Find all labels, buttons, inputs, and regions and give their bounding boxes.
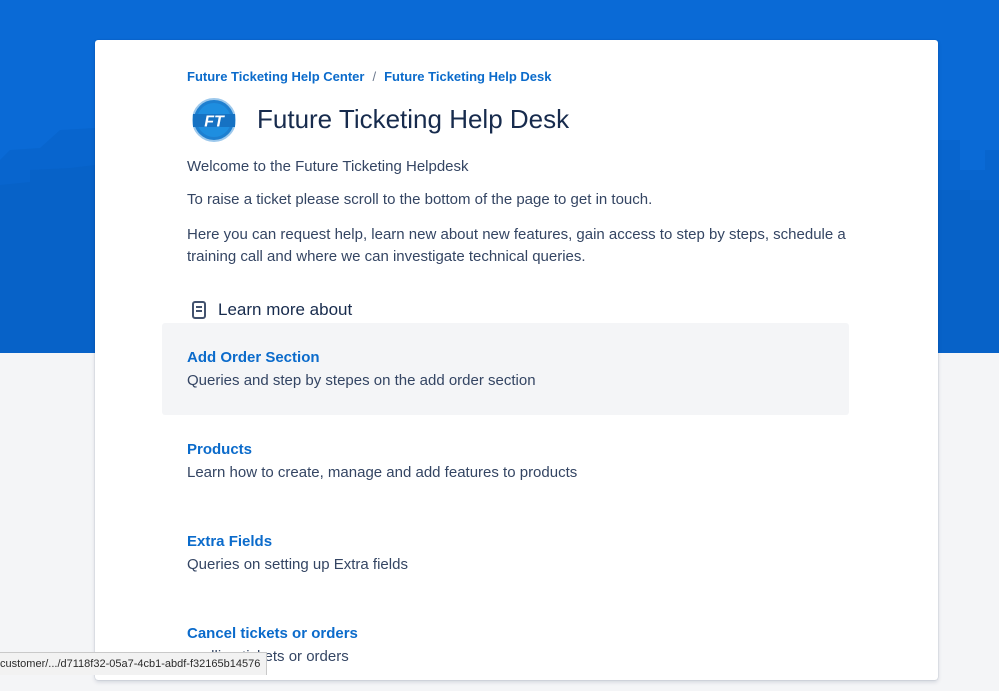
topic-description: Queries and step by stepes on the add or… [187, 372, 536, 389]
topic-title[interactable]: Cancel tickets or orders [187, 625, 358, 642]
article-icon [192, 301, 206, 319]
logo-text: FT [204, 114, 225, 131]
welcome-text: Welcome to the Future Ticketing Helpdesk [187, 158, 469, 175]
topic-add-order-section[interactable]: Add Order Section Queries and step by st… [162, 323, 849, 415]
topic-title[interactable]: Products [187, 441, 252, 458]
breadcrumb-separator: / [372, 69, 377, 84]
topic-products[interactable]: Products Learn how to create, manage and… [162, 415, 849, 507]
future-ticketing-logo: FT [191, 97, 237, 143]
learn-more-section-header: Learn more about [192, 300, 352, 320]
page-title: Future Ticketing Help Desk [257, 104, 570, 134]
topic-description: Queries on setting up Extra fields [187, 556, 408, 573]
help-description-text: Here you can request help, learn new abo… [187, 226, 846, 265]
breadcrumb-help-desk[interactable]: Future Ticketing Help Desk [384, 69, 551, 84]
section-title: Learn more about [218, 300, 353, 319]
breadcrumb-help-center[interactable]: Future Ticketing Help Center [187, 69, 364, 84]
topic-cancel-tickets[interactable]: Cancel tickets or orders ncelling ticket… [162, 599, 849, 691]
breadcrumb: Future Ticketing Help Center / Future Tick… [187, 69, 551, 84]
topic-title[interactable]: Extra Fields [187, 533, 272, 550]
topic-description: Learn how to create, manage and add feat… [187, 464, 578, 481]
topic-extra-fields[interactable]: Extra Fields Queries on setting up Extra… [162, 507, 849, 599]
topic-title[interactable]: Add Order Section [187, 349, 320, 366]
raise-ticket-text: To raise a ticket please scroll to the b… [187, 191, 653, 208]
help-desk-card: Future Ticketing Help Center / Future Tick… [95, 40, 938, 680]
browser-status-bar-url: customer/.../d7118f32-05a7-4cb1-abdf-f32… [0, 652, 268, 675]
